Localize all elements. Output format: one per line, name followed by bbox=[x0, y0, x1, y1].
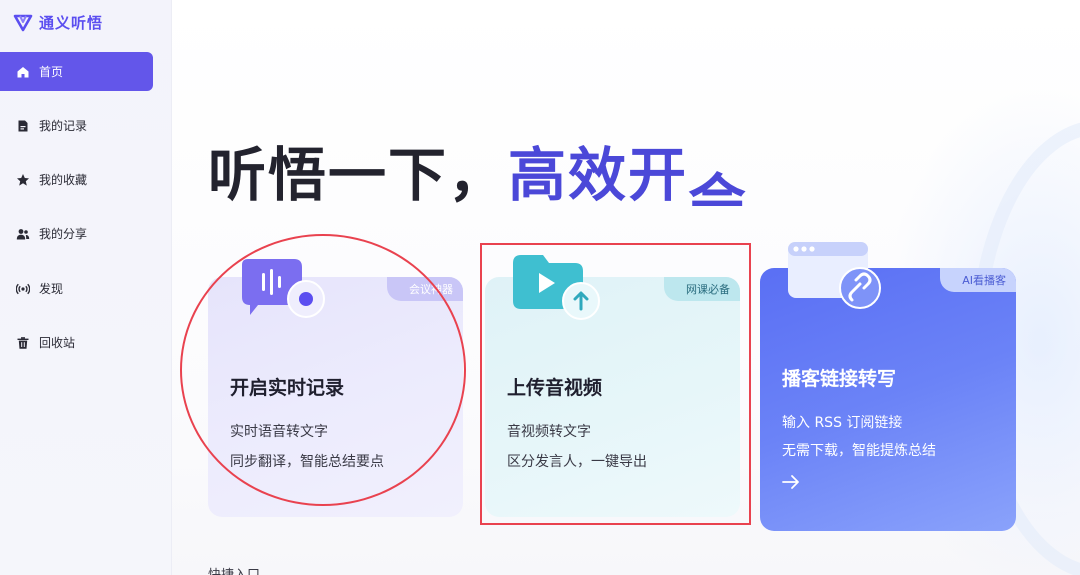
discover-icon bbox=[16, 282, 30, 296]
card-upload-media[interactable]: 网课必备 上传音视频 音视频转文字 区分发言人，一键导出 bbox=[485, 255, 740, 517]
sidebar-item-label: 我的分享 bbox=[39, 227, 88, 241]
app-logo[interactable]: 通义听悟 bbox=[12, 10, 103, 34]
card-tag: 网课必备 bbox=[664, 277, 740, 301]
card-realtime-record[interactable]: 会议神器 开启实时记录 实时语音转文字 同步翻译，智能总结要点 bbox=[208, 259, 463, 517]
card-description: 区分发言人，一键导出 bbox=[507, 454, 647, 470]
star-icon bbox=[16, 173, 30, 187]
card-title: 上传音视频 bbox=[507, 377, 603, 399]
card-description: 实时语音转文字 bbox=[230, 424, 328, 440]
logo-icon bbox=[13, 14, 33, 32]
card-description: 输入 RSS 订阅链接 bbox=[782, 415, 903, 431]
sidebar-item-label: 回收站 bbox=[39, 336, 76, 350]
card-description: 无需下载，智能提炼总结 bbox=[782, 443, 936, 459]
hero-title-part3: 会 bbox=[688, 167, 749, 206]
main-content: 听悟一下， 高效开 会 会议神器 开启实时记录 实时语音转文字 同步翻译，智能总… bbox=[172, 0, 1080, 575]
sidebar-item-records[interactable]: 我的记录 bbox=[0, 106, 153, 145]
arrow-right-icon[interactable] bbox=[782, 474, 800, 490]
home-icon bbox=[16, 65, 30, 79]
sidebar-item-label: 发现 bbox=[39, 282, 64, 296]
sidebar-item-trash[interactable]: 回收站 bbox=[0, 323, 153, 362]
card-podcast-transcribe[interactable]: AI看播客 播客链接转写 输入 RSS 订阅链接 无需下载，智能提炼总结 bbox=[760, 242, 1016, 531]
hero-title-part1: 听悟一下， bbox=[208, 141, 509, 206]
quick-entry-heading: 快捷入口 bbox=[208, 564, 260, 575]
card-title: 开启实时记录 bbox=[230, 377, 345, 399]
upload-video-icon bbox=[513, 255, 600, 320]
card-tag: 会议神器 bbox=[387, 277, 463, 301]
card-description: 音视频转文字 bbox=[507, 424, 591, 440]
card-description: 同步翻译，智能总结要点 bbox=[230, 454, 384, 470]
sidebar-item-home[interactable]: 首页 bbox=[0, 52, 153, 91]
sidebar-item-shares[interactable]: 我的分享 bbox=[0, 214, 153, 253]
sidebar-item-label: 首页 bbox=[39, 65, 64, 79]
app-name: 通义听悟 bbox=[39, 13, 104, 32]
sidebar: 通义听悟 首页 我的记录 我的收藏 我的分享 发现 回收站 bbox=[0, 0, 172, 575]
link-browser-icon bbox=[788, 242, 881, 309]
hero-title: 听悟一下， 高效开 会 bbox=[208, 128, 748, 206]
people-icon bbox=[16, 227, 30, 241]
card-tag: AI看播客 bbox=[940, 268, 1016, 292]
sidebar-item-favorites[interactable]: 我的收藏 bbox=[0, 160, 153, 199]
card-title: 播客链接转写 bbox=[782, 368, 897, 390]
document-icon bbox=[16, 119, 30, 133]
sidebar-item-label: 我的收藏 bbox=[39, 173, 88, 187]
microphone-record-icon bbox=[242, 259, 325, 318]
sidebar-item-discover[interactable]: 发现 bbox=[0, 269, 153, 308]
sidebar-item-label: 我的记录 bbox=[39, 119, 88, 133]
trash-icon bbox=[16, 336, 30, 350]
hero-title-part2: 高效开 bbox=[508, 141, 689, 206]
